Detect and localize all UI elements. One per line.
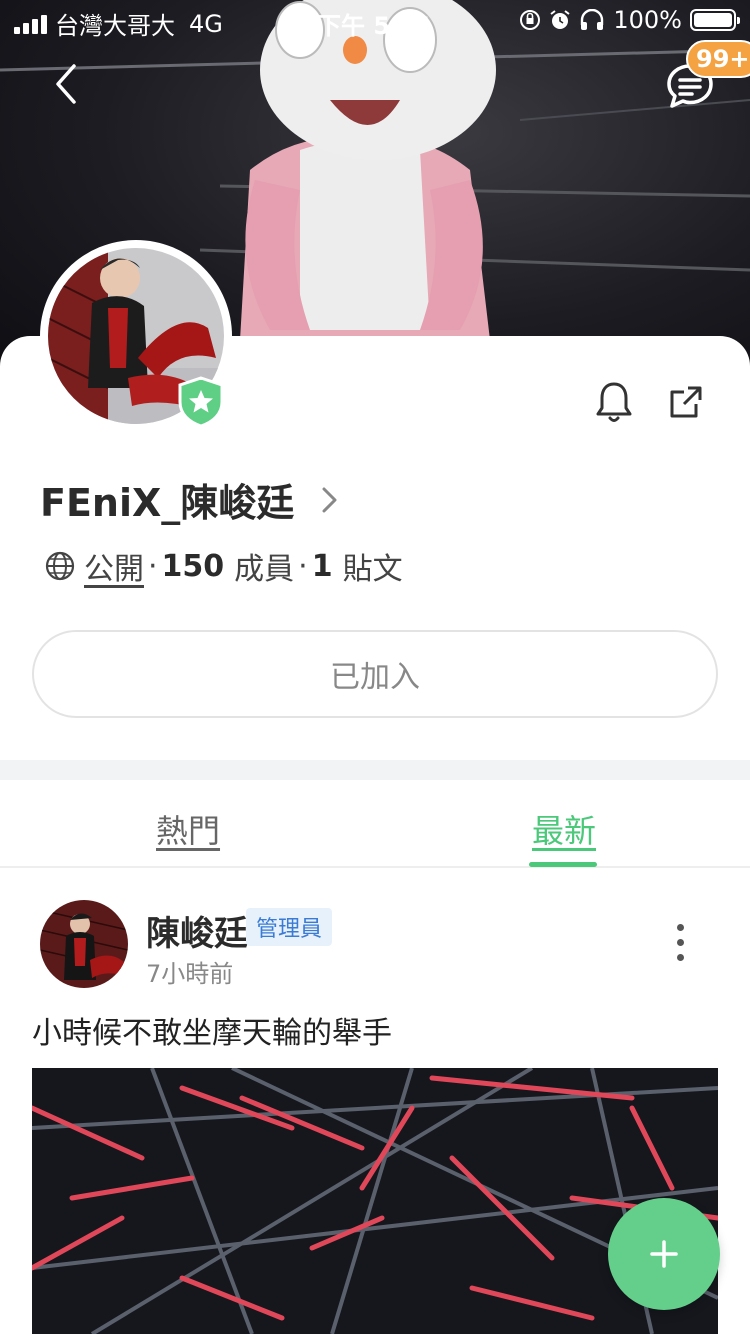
status-right: 100%	[519, 6, 740, 34]
group-meta: 公開 · 150 成員 · 1 貼文	[44, 544, 403, 588]
meta-separator: ·	[148, 548, 158, 584]
meta-separator: ·	[298, 548, 308, 584]
battery-icon	[690, 9, 740, 31]
post-image[interactable]	[32, 1068, 718, 1334]
share-button[interactable]	[666, 382, 706, 422]
visibility-link[interactable]: 公開	[84, 544, 144, 588]
alarm-icon	[550, 10, 570, 29]
globe-icon	[45, 551, 75, 581]
orientation-lock-icon	[520, 10, 541, 30]
admin-tag: 管理員	[246, 908, 333, 946]
shield-star-icon	[178, 376, 224, 428]
group-name-link[interactable]: FEniX_陳峻廷	[40, 472, 340, 527]
tab-latest[interactable]: 最新	[532, 806, 596, 852]
post-text: 小時候不敢坐摩天輪的舉手	[32, 1016, 392, 1051]
section-divider	[0, 760, 750, 780]
status-bar: 台灣大哥大 4G 下午 5:51 100%	[0, 0, 750, 40]
tab-popular[interactable]: 熱門	[156, 806, 220, 852]
notify-button[interactable]	[594, 380, 634, 424]
post-time: 7小時前	[146, 960, 234, 988]
create-post-button[interactable]	[608, 1198, 720, 1310]
plus-icon	[650, 1240, 678, 1268]
notification-badge: 99+	[686, 40, 750, 78]
chevron-left-icon	[56, 64, 76, 104]
chevron-right-icon	[322, 487, 337, 512]
members-label: 成員	[234, 552, 295, 587]
feed-tabs: 熱門 最新	[0, 780, 750, 868]
bell-icon	[596, 382, 632, 422]
members-count: 150	[161, 548, 225, 584]
headphones-icon	[581, 9, 604, 30]
back-button[interactable]	[44, 60, 92, 108]
post-author-avatar[interactable]	[40, 900, 128, 988]
post-author-name[interactable]: 陳峻廷	[146, 906, 248, 955]
posts-label: 貼文	[342, 552, 403, 587]
joined-button[interactable]: 已加入	[32, 630, 718, 718]
group-name: FEniX_陳峻廷	[40, 481, 295, 525]
battery-percent: 100%	[613, 6, 682, 34]
more-vertical-icon[interactable]	[672, 924, 688, 964]
share-icon	[670, 386, 702, 418]
posts-count: 1	[311, 548, 333, 584]
active-tab-indicator	[529, 862, 597, 867]
